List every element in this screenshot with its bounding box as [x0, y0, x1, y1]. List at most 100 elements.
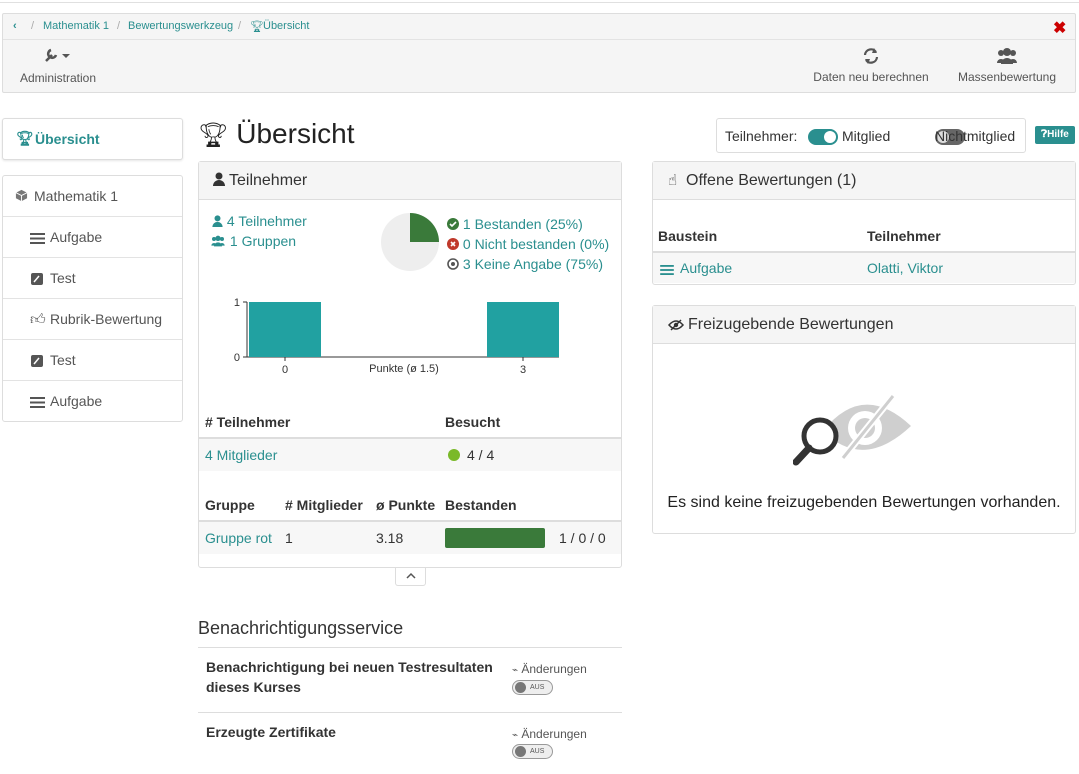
sidebar-item-aufgabe-1[interactable]: Aufgabe — [3, 217, 182, 258]
open-assessments-panel: ☝︎ Offene Bewertungen (1) Baustein Teiln… — [652, 161, 1076, 285]
breadcrumb-course[interactable]: Mathematik 1 — [43, 20, 109, 32]
release-panel-header: Freizugebende Bewertungen — [653, 306, 1075, 344]
task-icon — [30, 231, 45, 247]
chevron-up-icon — [405, 572, 416, 579]
no-info-text: 3 Keine Angabe (75%) — [462, 256, 603, 272]
notification-changes: ⌁ Änderungen — [512, 727, 587, 741]
trophy-icon: 🏆︎ — [198, 122, 229, 149]
help-button[interactable]: ❓︎Hilfe — [1035, 126, 1075, 144]
node-link[interactable]: Aufgabe — [680, 260, 732, 276]
users-icon — [211, 235, 225, 247]
notification-changes: ⌁ Änderungen — [512, 662, 587, 676]
sidebar-item-aufgabe-2[interactable]: Aufgabe — [3, 381, 182, 422]
toggle-state: AUS — [530, 684, 545, 691]
sidebar-item-course[interactable]: Mathematik 1 — [3, 176, 182, 217]
sidebar-course-box: Mathematik 1 Aufgabe Test 👍︎ Rubrik-Bewe… — [2, 175, 183, 422]
top-border — [0, 0, 1079, 3]
col-header-members: # Mitglieder — [285, 497, 363, 513]
col-header-visited: Besucht — [445, 414, 501, 430]
wrench-icon — [45, 48, 70, 62]
notification-label: Benachrichtigung bei neuen Testresultate… — [206, 659, 493, 695]
sidebar-item-test-1[interactable]: Test — [3, 258, 182, 299]
col-header-participants: # Teilnehmer — [205, 414, 291, 430]
group-members-value: 1 — [285, 530, 293, 546]
pie-slice-passed — [410, 213, 439, 242]
notification-toggle[interactable]: AUS — [512, 680, 553, 695]
open-assessments-title: Offene Bewertungen (1) — [686, 172, 857, 189]
release-title: Freizugebende Bewertungen — [688, 316, 894, 333]
bar — [249, 302, 321, 357]
table-row: Gruppe rot 1 3.18 1 / 0 / 0 — [199, 522, 621, 554]
participant-count: 4 Teilnehmer — [226, 213, 307, 229]
group-points-value: 3.18 — [376, 530, 404, 546]
collapse-button[interactable] — [395, 568, 426, 586]
cube-icon — [15, 189, 28, 205]
user-icon — [212, 215, 223, 227]
open-assessments-header: ☝︎ Offene Bewertungen (1) — [653, 162, 1075, 200]
notifications-divider — [198, 712, 622, 713]
x-circle-icon — [447, 236, 459, 252]
trophy-icon: 🏆︎ — [16, 130, 34, 146]
member-toggle[interactable] — [808, 129, 838, 146]
toolbar: ‹ / Mathematik 1 / Bewertungswerkzeug / … — [2, 13, 1076, 93]
group-result-value: 1 / 0 / 0 — [559, 530, 606, 546]
release-panel: Freizugebende Bewertungen Es sind keine … — [652, 305, 1076, 534]
hand-pointer-icon: ☝︎ — [668, 172, 678, 189]
administration-button[interactable]: Administration — [17, 47, 99, 85]
participant-count-link[interactable]: 4 Teilnehmer — [212, 213, 307, 229]
col-header-participant: Teilnehmer — [867, 228, 941, 244]
close-icon[interactable]: ✖ — [1053, 18, 1066, 38]
eye-slash-icon — [668, 318, 684, 336]
sidebar-item-test-2[interactable]: Test — [3, 340, 182, 381]
bulk-assessment-button[interactable]: Massenbewertung — [953, 47, 1061, 84]
group-count-link[interactable]: 1 Gruppen — [210, 233, 296, 249]
participant-link[interactable]: Olatti, Viktor — [867, 260, 943, 276]
sidebar-item-rubrik[interactable]: 👍︎ Rubrik-Bewertung — [3, 299, 182, 340]
failed-link[interactable]: 0 Nicht bestanden (0%) — [447, 236, 609, 252]
page-title: 🏆︎ Übersicht — [198, 118, 355, 150]
members-link[interactable]: 4 Mitglieder — [205, 447, 277, 463]
nonmember-label: Nichtmitglied — [935, 128, 1016, 144]
member-label: Mitglied — [842, 128, 891, 144]
no-results-illustration-icon — [793, 393, 911, 466]
breadcrumb-separator: / — [31, 20, 35, 32]
sidebar-item-label: Aufgabe — [50, 393, 103, 409]
group-name-link[interactable]: Gruppe rot — [205, 530, 272, 546]
x-tick-label: 0 — [282, 364, 288, 376]
group-pass-progress — [445, 528, 545, 548]
notification-toggle[interactable]: AUS — [512, 744, 553, 759]
breadcrumb-tool[interactable]: Bewertungswerkzeug — [128, 20, 233, 32]
col-header-points: ø Punkte — [376, 497, 436, 513]
table-row: Aufgabe Olatti, Viktor — [653, 253, 1075, 283]
recalculate-button[interactable]: Daten neu berechnen — [811, 47, 931, 84]
help-label: Hilfe — [1047, 129, 1069, 140]
back-chevron-icon[interactable]: ‹ — [13, 20, 17, 32]
passed-link[interactable]: 1 Bestanden (25%) — [447, 216, 583, 232]
participants-panel-header: Teilnehmer — [199, 162, 621, 200]
thumbs-up-icon: 👍︎ — [30, 311, 46, 328]
x-axis-label: Punkte (ø 1.5) — [369, 363, 439, 375]
user-icon — [213, 172, 225, 191]
trophy-icon: 🏆︎ — [250, 21, 264, 33]
points-bar-chart: 0 1 0 3 Punkte (ø 1.5) — [234, 297, 559, 376]
y-tick-label: 1 — [234, 297, 240, 309]
sidebar-item-label: Mathematik 1 — [34, 188, 119, 204]
notifications-divider — [198, 647, 622, 648]
group-count: 1 Gruppen — [229, 233, 297, 249]
notifications-title: Benachrichtigungsservice — [198, 618, 404, 638]
breadcrumb-current[interactable]: Übersicht — [263, 20, 309, 32]
table-row: 4 Mitglieder 4 / 4 — [199, 439, 621, 471]
toggle-state: AUS — [530, 748, 545, 755]
col-header-passed: Bestanden — [445, 497, 517, 513]
bulk-assessment-label: Massenbewertung — [957, 70, 1057, 84]
changes-label: Änderungen — [521, 727, 587, 741]
dot-circle-icon — [447, 256, 459, 272]
visited-dot-icon — [448, 449, 460, 461]
task-icon — [660, 262, 674, 278]
breadcrumb: ‹ / Mathematik 1 / Bewertungswerkzeug / … — [3, 14, 1075, 40]
sidebar-item-label: Test — [50, 352, 76, 368]
col-header-node: Baustein — [658, 228, 718, 244]
no-info-link[interactable]: 3 Keine Angabe (75%) — [447, 256, 603, 272]
sidebar-item-overview[interactable]: 🏆︎ Übersicht — [3, 119, 182, 159]
failed-text: 0 Nicht bestanden (0%) — [462, 236, 610, 252]
